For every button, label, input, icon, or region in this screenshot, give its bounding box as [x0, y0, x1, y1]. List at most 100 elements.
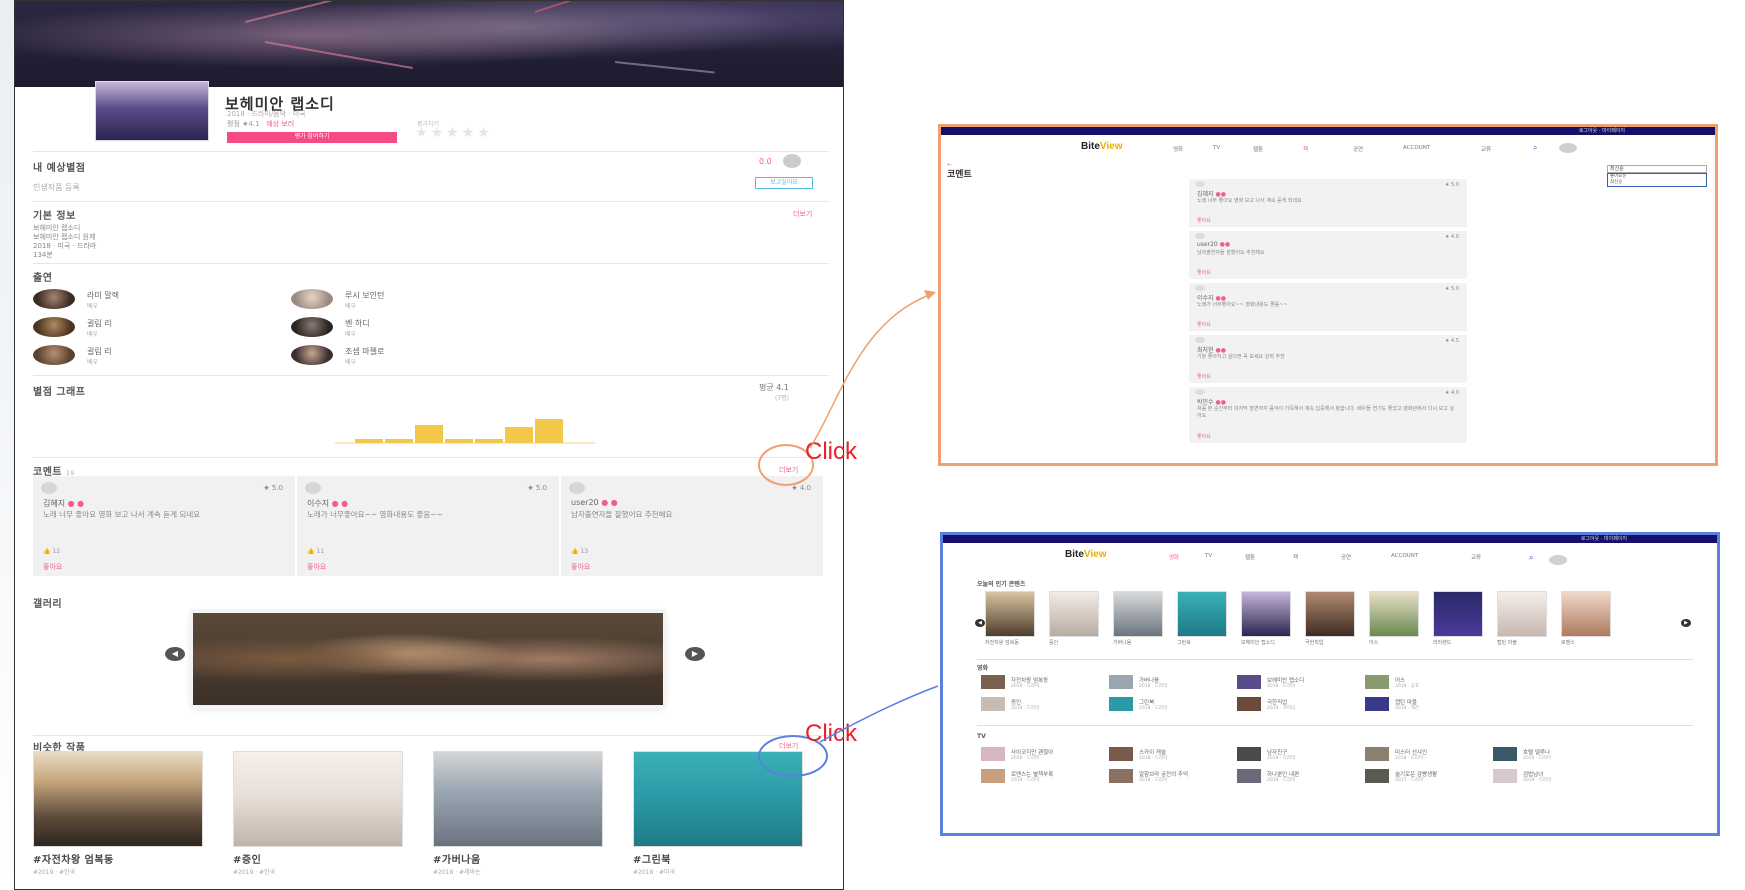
topbar-links[interactable]: 로그아웃 · 마이페이지 [1581, 535, 1627, 543]
nav-item[interactable]: 웹툰 [1253, 145, 1263, 153]
comment-card[interactable]: ★ 4.0 user20 ●● 남자출연자들 잘했어요 추천해요 좋아요 [1189, 231, 1467, 279]
site-logo[interactable]: BiteView [1065, 549, 1107, 560]
search-icon[interactable]: ⌕ [1529, 553, 1533, 563]
search-icon[interactable]: ⌕ [1533, 143, 1537, 153]
nav-item[interactable]: TV [1213, 145, 1220, 151]
cast-name: 귈림 리 [87, 347, 112, 356]
cast-item[interactable]: 라미 말렉 배우 [33, 289, 293, 311]
poster-thumb[interactable] [1305, 591, 1355, 637]
nav-item[interactable]: 교류 [1471, 553, 1481, 561]
movie-row-item[interactable]: 증인 2019 · 드라마 [981, 697, 1111, 713]
movie-row-item[interactable]: 가버나움 2018 · 드라마 [1109, 675, 1239, 691]
gallery-next-icon[interactable]: ▶ [685, 647, 705, 661]
star-rating-input[interactable]: ★★★★★ [415, 125, 493, 141]
nav-item[interactable]: 책 [1293, 553, 1298, 561]
poster-thumb[interactable] [1241, 591, 1291, 637]
tv-row-item[interactable]: 미스터 선샤인 2018 · 드라마 [1365, 747, 1495, 763]
tv-row-item[interactable]: 남자친구 2018 · 드라마 [1237, 747, 1367, 763]
like-button[interactable]: 좋아요 [307, 562, 326, 572]
movie-row-item[interactable]: 자전차왕 엄복동 2019 · 드라마 [981, 675, 1111, 691]
avatar[interactable] [1559, 143, 1577, 153]
cast-item[interactable]: 벤 하디 배우 [291, 317, 551, 339]
tv-row-item[interactable]: 검법남녀 2019 · 드라마 [1493, 769, 1623, 785]
cast-role: 배우 [87, 331, 99, 338]
carousel-next-icon[interactable]: ▶ [1681, 619, 1691, 627]
tv-row-item[interactable]: 사이코지만 괜찮아 2020 · 드라마 [981, 747, 1111, 763]
sort-option[interactable]: 최신순 [1608, 180, 1706, 186]
site-logo[interactable]: BiteView [1081, 141, 1123, 152]
divider [977, 659, 1693, 660]
poster-thumb[interactable] [1497, 591, 1547, 637]
poster-thumb[interactable] [1177, 591, 1227, 637]
nav-item[interactable]: 책 [1303, 145, 1308, 153]
nav-item[interactable]: ACCOUNT [1391, 553, 1418, 559]
rate-link[interactable]: 예상 보러 [266, 120, 294, 128]
comment-card[interactable]: ★ 5.0 김혜지 ●● 노래 너무 좋아요 영화 보고 나서 계속 듣게 되네… [1189, 179, 1467, 227]
like-button[interactable]: 좋아요 [1197, 321, 1211, 328]
like-button[interactable]: 좋아요 [1197, 269, 1211, 276]
nav-item[interactable]: ACCOUNT [1403, 145, 1430, 151]
comment-card[interactable]: ★ 4.0 user20 ● ● 남자출연자들 잘했어요 추천해요 👍 13 좋… [561, 476, 823, 576]
cast-item[interactable]: 루시 보인턴 배우 [291, 289, 551, 311]
comment-card[interactable]: ★ 5.0 이수지 ●● 노래가 너무좋아요~~ 영화내용도 좋음~~ 좋아요 [1189, 283, 1467, 331]
tv-row-item[interactable]: 알함브라 궁전의 추억 2018 · 드라마 [1109, 769, 1239, 785]
poster-thumb[interactable] [1433, 591, 1483, 637]
cast-name: 라미 말렉 [87, 291, 119, 300]
nav-item[interactable]: TV [1205, 553, 1212, 559]
cast-item[interactable]: 귈림 리 배우 [33, 317, 293, 339]
recommend-title-text: #자전차왕 엄복동 [33, 855, 114, 866]
comment-card[interactable]: ★ 5.0 김혜지 ● ● 노래 너무 좋아요 영화 보고 나서 계속 듣게 되… [33, 476, 295, 576]
like-button[interactable]: 좋아요 [1197, 217, 1211, 224]
avatar[interactable] [1549, 555, 1567, 565]
recommend-item[interactable]: #자전차왕 엄복동 #2019 · #한국 [33, 751, 203, 876]
sort-dropdown[interactable]: 최신순 [1607, 165, 1707, 173]
like-button[interactable]: 좋아요 [1197, 433, 1211, 440]
poster-thumb[interactable] [1561, 591, 1611, 637]
comment-card[interactable]: ★ 5.0 이수지 ● ● 노래가 너무좋아요~~ 영화내용도 좋음~~ 👍 1… [297, 476, 559, 576]
movie-row-item[interactable]: 보헤미안 랩소디 2018 · 드라마 [1237, 675, 1367, 691]
cast-item[interactable]: 귈림 리 배우 [33, 345, 293, 367]
tv-row-item[interactable]: 호텔 델루나 2019 · 드라마 [1493, 747, 1623, 763]
like-button[interactable]: 좋아요 [571, 562, 590, 572]
poster-thumb[interactable] [985, 591, 1035, 637]
tv-row-item[interactable]: 슬기로운 감빵생활 2017 · 드라마 [1365, 769, 1495, 785]
recommend-item[interactable]: #증인 #2019 · #한국 [233, 751, 403, 876]
like-button[interactable]: 좋아요 [1197, 373, 1211, 380]
tv-row-item[interactable]: 하나뿐인 내편 2018 · 드라마 [1237, 769, 1367, 785]
tv-row-item[interactable]: 스카이 캐슬 2018 · 드라마 [1109, 747, 1239, 763]
rate-button[interactable]: 평가 참여하기 [227, 132, 397, 143]
like-button[interactable]: 좋아요 [43, 562, 62, 572]
cast-role: 배우 [345, 303, 357, 310]
gallery-prev-icon[interactable]: ◀ [165, 647, 185, 661]
movie-row-item[interactable]: 캡틴 마블 2019 · 액션 [1365, 697, 1495, 713]
movie-row-item[interactable]: 극한직업 2019 · 코미디 [1237, 697, 1367, 713]
comment-card[interactable]: ★ 4.5 최지현 ●● 기분 좋아지고 싶다면 꼭 보세요 강력 추천 좋아요 [1189, 335, 1467, 383]
poster-thumb[interactable] [1049, 591, 1099, 637]
recommend-sub: #2018 · #미국 [633, 869, 676, 876]
nav-item[interactable]: 공연 [1341, 553, 1351, 561]
topbar-links[interactable]: 로그아웃 · 마이페이지 [1579, 127, 1625, 135]
nav-item[interactable]: 웹툰 [1245, 553, 1255, 561]
comment-user: user20 ● ● [571, 498, 618, 507]
movie-row-item[interactable]: 그린북 2018 · 드라마 [1109, 697, 1239, 713]
carousel-prev-icon[interactable]: ◀ [975, 619, 985, 627]
basic-info-more-link[interactable]: 더보기 [793, 209, 812, 219]
info-line: 134분 [33, 251, 53, 259]
recommend-item[interactable]: #가버나움 #2018 · #레바논 [433, 751, 603, 876]
nav-item[interactable]: 영화 [1169, 553, 1179, 561]
nav-item[interactable]: 영화 [1173, 145, 1183, 153]
comment-user: 김혜지 ●● [1197, 191, 1226, 198]
cast-item[interactable]: 조셉 마젤로 배우 [291, 345, 551, 367]
histogram-bar [445, 439, 473, 443]
annotation-arrows [809, 290, 939, 743]
movie-row-item[interactable]: 어스 2019 · 공포 [1365, 675, 1495, 691]
poster-thumb[interactable] [1113, 591, 1163, 637]
nav-item[interactable]: 교류 [1481, 145, 1491, 153]
tv-row-item[interactable]: 로맨스는 별책부록 2019 · 드라마 [981, 769, 1111, 785]
comment-score: ★ 4.0 [1444, 234, 1459, 240]
poster-thumb[interactable] [1369, 591, 1419, 637]
wishlist-button[interactable]: 보고싶어요 [755, 177, 813, 189]
comment-card[interactable]: ★ 4.0 박민수 ●● 처음 본 순간부터 마지막 장면까지 음악이 가득해서… [1189, 387, 1467, 443]
avatar [1195, 181, 1205, 187]
nav-item[interactable]: 공연 [1353, 145, 1363, 153]
